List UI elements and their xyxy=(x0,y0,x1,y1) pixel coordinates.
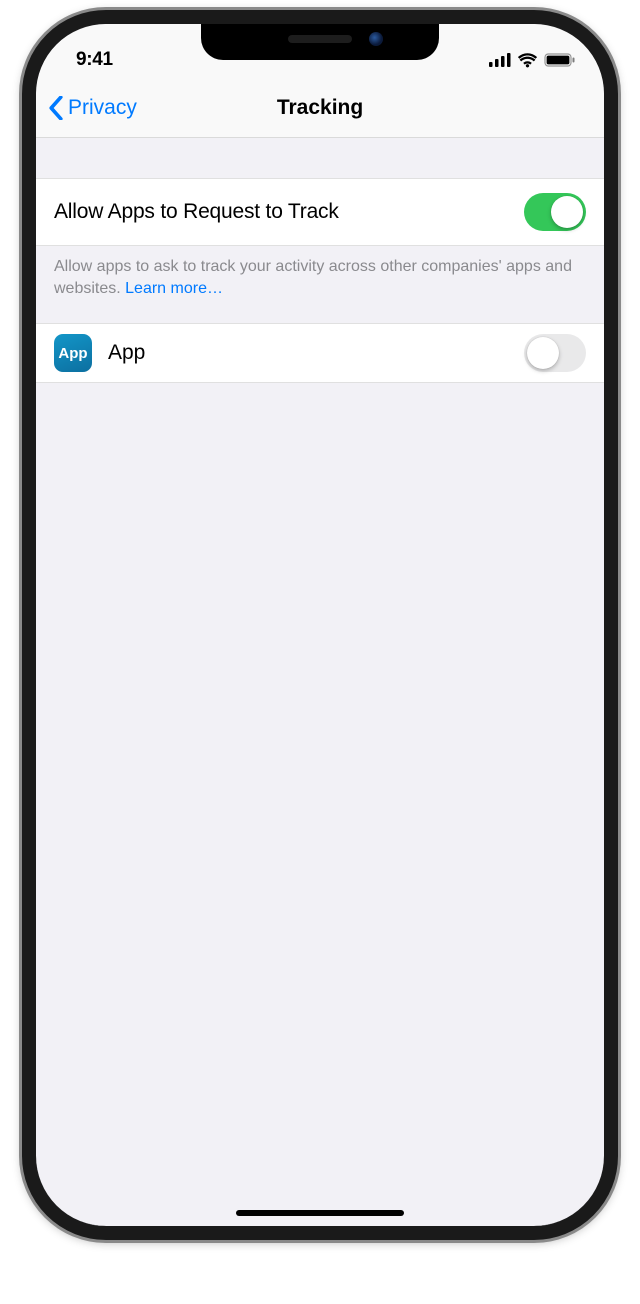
toggle-knob xyxy=(527,337,559,369)
app-icon: App xyxy=(54,334,92,372)
back-button[interactable]: Privacy xyxy=(48,96,137,120)
learn-more-link[interactable]: Learn more… xyxy=(125,280,223,297)
chevron-left-icon xyxy=(48,96,64,120)
nav-bar: Privacy Tracking xyxy=(36,78,604,138)
status-icons xyxy=(489,53,576,68)
app-tracking-row[interactable]: App App xyxy=(36,323,604,383)
content: Allow Apps to Request to Track Allow app… xyxy=(36,138,604,383)
speaker-grille xyxy=(288,35,352,43)
wifi-icon xyxy=(517,53,538,68)
battery-icon xyxy=(544,53,576,67)
back-label: Privacy xyxy=(68,96,137,120)
toggle-knob xyxy=(551,196,583,228)
volume-up-button xyxy=(22,264,23,332)
allow-apps-toggle[interactable] xyxy=(524,193,586,231)
status-time: 9:41 xyxy=(76,49,113,71)
power-button xyxy=(617,284,618,394)
front-camera xyxy=(369,32,383,46)
phone-frame: 9:41 xyxy=(22,10,618,1240)
mute-switch xyxy=(22,194,23,230)
notch xyxy=(201,24,439,60)
allow-apps-toggle-row[interactable]: Allow Apps to Request to Track xyxy=(36,178,604,246)
app-tracking-toggle[interactable] xyxy=(524,334,586,372)
volume-down-button xyxy=(22,354,23,422)
app-name-label: App xyxy=(108,341,508,365)
cellular-signal-icon xyxy=(489,53,511,67)
home-indicator[interactable] xyxy=(236,1210,404,1216)
section-footer: Allow apps to ask to track your activity… xyxy=(36,246,604,323)
screen: 9:41 xyxy=(36,24,604,1226)
allow-apps-label: Allow Apps to Request to Track xyxy=(54,200,339,224)
